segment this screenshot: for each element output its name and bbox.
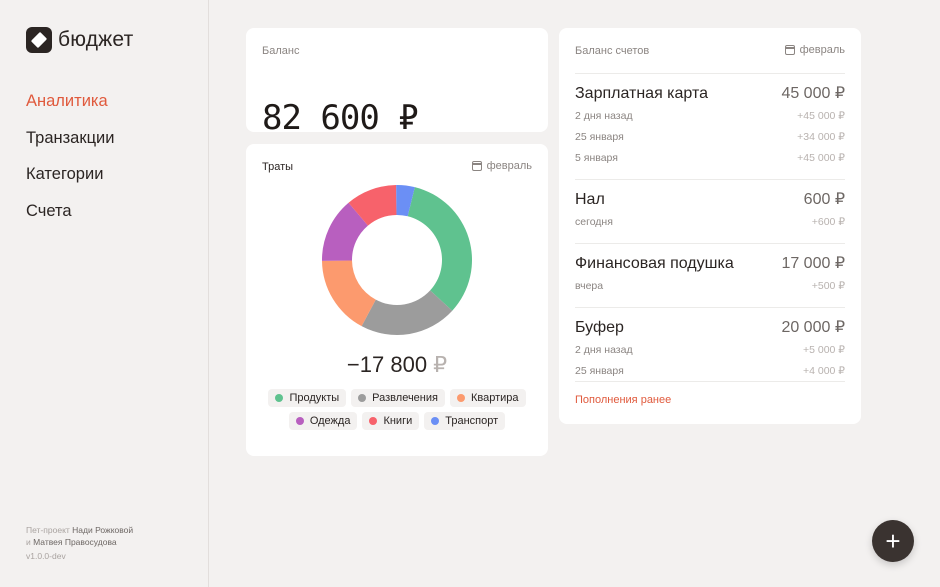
account-deposit-row: сегодня +600 ₽ — [575, 212, 845, 233]
deposit-value: +5 000 ₽ — [802, 344, 845, 356]
account-deposit-row: 25 января +4 000 ₽ — [575, 361, 845, 382]
deposit-date: 2 дня назад — [575, 110, 633, 122]
account-name: Зарплатная карта — [575, 85, 709, 102]
account-deposit-row: 2 дня назад +5 000 ₽ — [575, 340, 845, 361]
credits-prefix: Пет-проект — [26, 525, 73, 535]
account-header: Нал 600 ₽ — [575, 188, 845, 212]
legend-label: Транспорт — [445, 415, 499, 427]
accounts-divider — [575, 381, 845, 382]
deposit-date: 25 января — [575, 131, 624, 143]
nav-item-accounts[interactable]: Счета — [26, 200, 114, 237]
legend-chip[interactable]: Транспорт — [424, 412, 506, 430]
credits-author-1[interactable]: Нади Рожковой — [72, 525, 133, 535]
legend-chip[interactable]: Одежда — [288, 412, 358, 430]
legend-dot — [295, 417, 304, 425]
account-item[interactable]: Зарплатная карта 45 000 ₽ 2 дня назад +45 0… — [575, 73, 845, 179]
logo-icon — [26, 27, 52, 53]
accounts-title: Баланс счетов — [575, 45, 650, 57]
account-amount: 600 ₽ — [803, 191, 845, 208]
spending-legend: Продукты Развлечения Квартира Одежда Книги Тр… — [266, 389, 528, 430]
legend-chip[interactable]: Квартира — [449, 389, 526, 407]
account-item[interactable]: Буфер 20 000 ₽ 2 дня назад +5 000 ₽ 25 январ… — [575, 307, 845, 392]
legend-dot — [275, 394, 284, 402]
nav-item-categories[interactable]: Категории — [26, 163, 114, 200]
deposit-value: +45 000 ₽ — [797, 110, 845, 122]
legend-chip[interactable]: Продукты — [268, 389, 347, 407]
deposit-date: вчера — [575, 280, 604, 292]
deposit-value: +600 ₽ — [811, 216, 845, 228]
deposit-date: 25 января — [575, 365, 624, 377]
account-deposit-row: вчера +500 ₽ — [575, 276, 845, 297]
account-amount: 45 000 ₽ — [781, 85, 845, 102]
logo[interactable]: бюджет — [26, 27, 133, 53]
spending-month-label: февраль — [486, 160, 532, 172]
legend-label: Продукты — [289, 392, 340, 404]
credits-author-2[interactable]: Матвея Правосудова — [33, 537, 117, 547]
spending-card: Траты февраль −17 800 ₽ Продукты Развлечен… — [246, 144, 548, 456]
spending-donut-chart — [322, 185, 472, 335]
credits: Пет-проект Нади Рожковой и Матвея Правос… — [26, 524, 133, 562]
accounts-month-label: февраль — [799, 44, 845, 56]
legend-chip[interactable]: Книги — [362, 412, 420, 430]
legend-label: Квартира — [470, 392, 519, 404]
deposit-value: +4 000 ₽ — [802, 365, 845, 377]
logo-text: бюджет — [58, 28, 134, 51]
account-amount: 17 000 ₽ — [781, 255, 845, 272]
earlier-deposits-link[interactable]: Пополнения ранее — [575, 394, 671, 406]
sidebar: бюджет Аналитика Транзакции Категории Сч… — [0, 0, 209, 587]
deposit-date: сегодня — [575, 216, 613, 228]
account-name: Нал — [575, 191, 605, 208]
account-item[interactable]: Нал 600 ₽ сегодня +600 ₽ — [575, 179, 845, 243]
account-deposit-row: 25 января +34 000 ₽ — [575, 127, 845, 148]
main-nav: Аналитика Транзакции Категории Счета — [26, 90, 114, 236]
deposit-value: +34 000 ₽ — [797, 131, 845, 143]
calendar-icon — [784, 45, 795, 55]
balance-card: Баланс 82 600 ₽ — [246, 28, 548, 138]
balance-label: Баланс — [262, 45, 300, 57]
accounts-month-picker[interactable]: февраль — [784, 44, 845, 56]
spending-total: −17 800 ₽ — [246, 352, 548, 378]
account-header: Зарплатная карта 45 000 ₽ — [575, 82, 845, 106]
calendar-icon — [471, 161, 482, 171]
spending-title: Траты — [262, 161, 294, 173]
legend-dot — [456, 394, 465, 402]
account-name: Финансовая подушка — [575, 255, 734, 272]
spending-month-picker[interactable]: февраль — [471, 160, 532, 172]
account-deposit-row: 2 дня назад +45 000 ₽ — [575, 106, 845, 127]
account-header: Финансовая подушка 17 000 ₽ — [575, 252, 845, 276]
legend-dot — [431, 417, 440, 425]
legend-chip[interactable]: Развлечения — [351, 389, 445, 407]
deposit-value: +45 000 ₽ — [797, 152, 845, 164]
accounts-list: Зарплатная карта 45 000 ₽ 2 дня назад +45 0… — [575, 73, 845, 392]
account-header: Буфер 20 000 ₽ — [575, 316, 845, 340]
account-name: Буфер — [575, 319, 624, 336]
spending-total-currency: ₽ — [433, 352, 448, 377]
accounts-card: Баланс счетов февраль Зарплатная карта 45… — [559, 28, 861, 424]
account-item[interactable]: Финансовая подушка 17 000 ₽ вчера +500 ₽ — [575, 243, 845, 307]
account-deposit-row: 5 января +45 000 ₽ — [575, 148, 845, 169]
donut-slice[interactable] — [407, 187, 472, 311]
nav-item-transactions[interactable]: Транзакции — [26, 127, 114, 164]
spending-total-value: −17 800 — [346, 352, 428, 377]
legend-dot — [369, 417, 378, 425]
legend-label: Одежда — [309, 415, 351, 427]
deposit-value: +500 ₽ — [811, 280, 845, 292]
legend-label: Развлечения — [372, 392, 438, 404]
legend-dot — [358, 394, 367, 402]
add-transaction-button[interactable]: + — [872, 520, 914, 562]
deposit-date: 5 января — [575, 152, 618, 164]
balance-value: 82 600 ₽ — [262, 98, 419, 138]
legend-label: Книги — [383, 415, 413, 427]
version-label: v1.0.0-dev — [26, 551, 66, 561]
nav-item-analytics[interactable]: Аналитика — [26, 90, 114, 127]
account-amount: 20 000 ₽ — [781, 319, 845, 336]
deposit-date: 2 дня назад — [575, 344, 633, 356]
